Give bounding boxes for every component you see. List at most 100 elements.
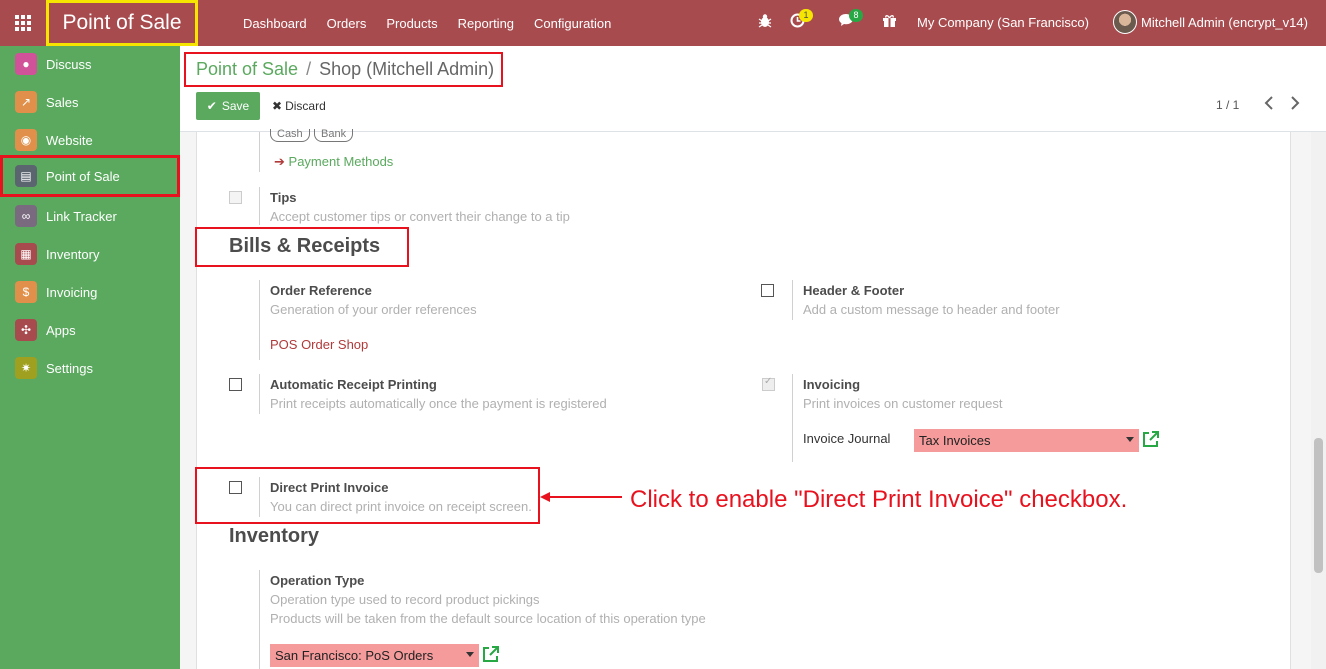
- setting-divider: [259, 374, 260, 414]
- payment-methods-link[interactable]: ➔ Payment Methods: [274, 154, 393, 170]
- setting-divider: [259, 187, 260, 225]
- chart-line-icon: ↗: [15, 91, 37, 113]
- save-button[interactable]: ✔ Save: [196, 92, 260, 120]
- company-switcher[interactable]: My Company (San Francisco): [917, 15, 1089, 30]
- sidebar-item-label: Settings: [46, 360, 93, 376]
- external-link-icon[interactable]: [1141, 430, 1160, 454]
- breadcrumb-separator: /: [306, 59, 312, 79]
- check-icon: ✔: [206, 99, 217, 113]
- sidebar-item-link-tracker[interactable]: ∞ Link Tracker: [0, 198, 180, 234]
- caret-down-icon: [1126, 437, 1134, 442]
- messages-icon[interactable]: 8: [838, 9, 863, 30]
- operation-type-description-2: Products will be taken from the default …: [270, 611, 706, 626]
- menu-dashboard[interactable]: Dashboard: [233, 16, 317, 31]
- tips-description: Accept customer tips or convert their ch…: [270, 209, 570, 224]
- operation-type-description: Operation type used to record product pi…: [270, 592, 540, 607]
- payment-tag-cash: Cash: [270, 129, 310, 142]
- invoicing-checkbox[interactable]: [762, 376, 775, 391]
- apps-menu-button[interactable]: [0, 0, 46, 46]
- header-footer-description: Add a custom message to header and foote…: [803, 302, 1060, 317]
- invoice-journal-label: Invoice Journal: [803, 431, 891, 446]
- sidebar-item-inventory[interactable]: ▦ Inventory: [0, 236, 180, 272]
- sidebar-item-apps[interactable]: ✣ Apps: [0, 312, 180, 348]
- inventory-heading: Inventory: [229, 525, 320, 547]
- direct-print-description: You can direct print invoice on receipt …: [270, 499, 532, 514]
- user-menu[interactable]: Mitchell Admin (encrypt_v14): [1141, 15, 1308, 30]
- annotation-arrow-line: [548, 496, 622, 498]
- caret-down-icon: [466, 652, 474, 657]
- breadcrumb-current: Shop (Mitchell Admin): [319, 59, 495, 79]
- invoicing-description: Print invoices on customer request: [803, 396, 1003, 411]
- menu-orders[interactable]: Orders: [317, 16, 377, 31]
- grid-icon: [15, 15, 31, 31]
- pager-value[interactable]: 1 / 1: [1216, 98, 1239, 112]
- activity-clock-icon[interactable]: 1: [790, 9, 813, 31]
- menu-products[interactable]: Products: [376, 16, 447, 31]
- discard-button[interactable]: ✖ Discard: [266, 92, 332, 120]
- chat-bubble-icon: ●: [15, 53, 37, 75]
- direct-print-title: Direct Print Invoice: [270, 480, 389, 495]
- order-reference-link[interactable]: POS Order Shop: [270, 337, 368, 352]
- sidebar-item-label: Inventory: [46, 246, 100, 262]
- annotation-text: Click to enable "Direct Print Invoice" c…: [630, 486, 1128, 513]
- gift-icon[interactable]: [882, 13, 897, 31]
- scrollbar-thumb[interactable]: [1314, 438, 1323, 573]
- invoice-icon: $: [15, 281, 37, 303]
- scrollbar-track[interactable]: [1311, 132, 1326, 669]
- menu-configuration[interactable]: Configuration: [524, 16, 621, 31]
- header-footer-checkbox[interactable]: [761, 284, 774, 297]
- sidebar-item-label: Link Tracker: [46, 208, 117, 224]
- main-menu: Dashboard Orders Products Reporting Conf…: [233, 0, 621, 46]
- sidebar-item-label: Sales: [46, 94, 79, 110]
- menu-reporting[interactable]: Reporting: [448, 16, 524, 31]
- app-brand[interactable]: Point of Sale: [46, 0, 198, 46]
- chevron-right-icon[interactable]: [1290, 96, 1300, 115]
- highlight-box-direct-print: [195, 467, 540, 524]
- external-link-icon[interactable]: [481, 645, 500, 669]
- operation-type-value: San Francisco: PoS Orders: [275, 648, 434, 663]
- sidebar-item-point-of-sale[interactable]: ▤ Point of Sale: [0, 155, 180, 197]
- operation-type-title: Operation Type: [270, 573, 365, 588]
- sidebar-item-settings[interactable]: ✷ Settings: [0, 350, 180, 386]
- close-icon: ✖: [272, 99, 283, 113]
- top-navbar: Point of Sale Dashboard Orders Products …: [0, 0, 1326, 46]
- tips-checkbox[interactable]: [229, 191, 242, 204]
- setting-divider: [259, 570, 260, 669]
- payment-tag-bank: Bank: [314, 129, 354, 142]
- messages-badge: 8: [849, 9, 863, 22]
- invoice-journal-value: Tax Invoices: [919, 433, 991, 448]
- sidebar-item-label: Apps: [46, 322, 76, 338]
- order-reference-description: Generation of your order references: [270, 302, 477, 317]
- direct-print-invoice-checkbox[interactable]: [229, 481, 242, 494]
- header-footer-title: Header & Footer: [803, 283, 905, 298]
- app-sidebar: ● Discuss ↗ Sales ◉ Website ▤ Point of S…: [0, 46, 180, 669]
- sidebar-item-website[interactable]: ◉ Website: [0, 122, 180, 158]
- link-icon: ∞: [15, 205, 37, 227]
- sidebar-item-discuss[interactable]: ● Discuss: [0, 46, 180, 82]
- auto-receipt-description: Print receipts automatically once the pa…: [270, 396, 607, 411]
- auto-receipt-checkbox[interactable]: [229, 378, 242, 391]
- sidebar-item-invoicing[interactable]: $ Invoicing: [0, 274, 180, 310]
- auto-receipt-title: Automatic Receipt Printing: [270, 377, 437, 392]
- avatar[interactable]: [1113, 10, 1137, 34]
- setting-divider: [259, 132, 260, 172]
- bug-icon[interactable]: [758, 13, 772, 32]
- breadcrumb: Point of Sale / Shop (Mitchell Admin): [184, 52, 503, 87]
- sidebar-item-sales[interactable]: ↗ Sales: [0, 84, 180, 120]
- invoicing-title: Invoicing: [803, 377, 861, 392]
- invoice-journal-select[interactable]: Tax Invoices: [914, 429, 1139, 452]
- setting-divider: [259, 477, 260, 517]
- payment-methods-label: Payment Methods: [288, 154, 394, 169]
- boxes-icon: ▦: [15, 243, 37, 265]
- sidebar-item-label: Website: [46, 132, 93, 148]
- activity-badge: 1: [799, 9, 813, 22]
- breadcrumb-parent[interactable]: Point of Sale: [196, 59, 298, 80]
- chevron-left-icon[interactable]: [1264, 96, 1274, 115]
- gear-icon: ✷: [15, 357, 37, 379]
- discard-label: Discard: [285, 99, 326, 113]
- tips-title: Tips: [270, 190, 297, 205]
- arrow-right-icon: ➔: [274, 154, 285, 169]
- operation-type-select[interactable]: San Francisco: PoS Orders: [270, 644, 479, 667]
- setting-divider: [259, 280, 260, 360]
- setting-divider: [792, 280, 793, 320]
